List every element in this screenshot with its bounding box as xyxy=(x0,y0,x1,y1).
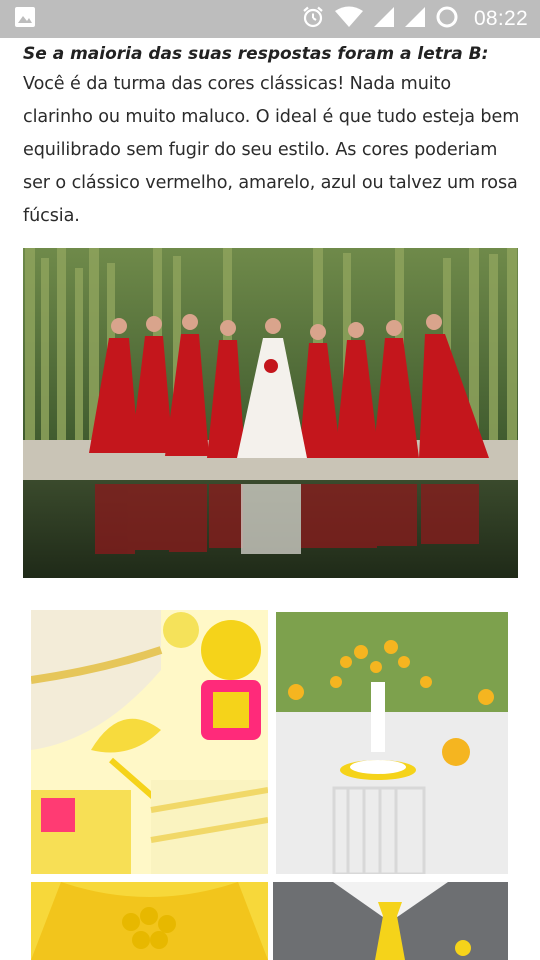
bridal-party-photo[interactable] xyxy=(23,248,518,578)
alarm-icon xyxy=(301,5,325,34)
collage-dress-tile xyxy=(31,882,268,960)
status-bar: 08:22 xyxy=(0,0,540,38)
battery-ring-icon xyxy=(435,5,459,34)
article-body: Você é da turma das cores clássicas! Nad… xyxy=(23,74,520,226)
wifi-icon xyxy=(334,6,364,33)
collage-table-tile xyxy=(276,612,508,874)
cell-signal-icon xyxy=(373,6,395,33)
yellow-theme-collage[interactable] xyxy=(23,600,518,960)
article-lead: Se a maioria das suas respostas foram a … xyxy=(23,44,489,64)
collage-tie-tile xyxy=(273,882,508,960)
collage-cake-tile xyxy=(31,610,268,874)
article: Se a maioria das suas respostas foram a … xyxy=(23,38,523,233)
status-time: 08:22 xyxy=(473,7,528,30)
cell-signal-2-icon xyxy=(404,6,426,33)
image-notification-icon xyxy=(14,6,36,33)
